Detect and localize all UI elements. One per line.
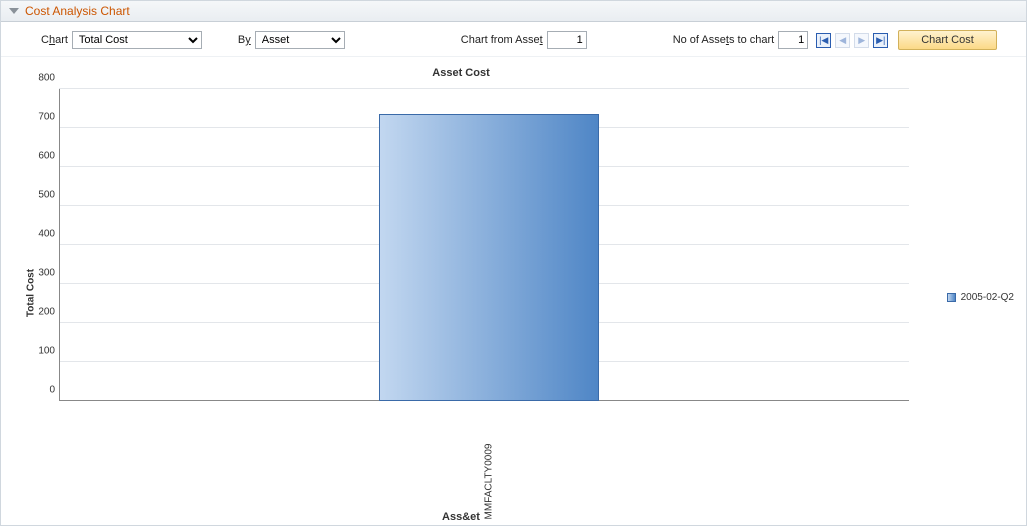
legend-label: 2005-02-Q2 — [961, 292, 1014, 303]
y-tick-label: 800 — [31, 73, 55, 84]
y-tick-label: 300 — [31, 268, 55, 279]
x-tick-label: MMFACLTY0009 — [484, 444, 495, 520]
assets-count-label: No of Assets to chart — [673, 34, 775, 46]
bar-series-0[interactable] — [379, 114, 599, 401]
x-axis-title: Ass&et — [1, 511, 921, 523]
chart-from-group: Chart from Asset — [461, 31, 587, 49]
y-tick-label: 100 — [31, 346, 55, 357]
from-label-accel: t — [540, 34, 543, 46]
legend: 2005-02-Q2 — [947, 292, 1014, 303]
nav-prev-icon[interactable]: ◀ — [835, 33, 850, 48]
gridline — [59, 88, 909, 89]
chart-label-pre: C — [41, 34, 49, 46]
panel-header: Cost Analysis Chart — [1, 1, 1026, 22]
chart-label-post: art — [55, 34, 68, 46]
chart-from-input[interactable] — [547, 31, 587, 49]
panel-title: Cost Analysis Chart — [25, 4, 130, 18]
chart-select[interactable]: Total Cost — [72, 31, 202, 49]
from-label-pre: Chart from Asse — [461, 34, 540, 46]
collapse-icon[interactable] — [9, 8, 19, 14]
chart-area: Asset Cost Total Cost 0 100 200 300 400 … — [1, 57, 1026, 529]
assets-count-group: No of Assets to chart — [673, 31, 809, 49]
count-label-pre: No of Asse — [673, 34, 726, 46]
chart-select-group: Chart Total Cost — [41, 31, 202, 49]
y-tick-label: 500 — [31, 190, 55, 201]
y-tick-label: 200 — [31, 307, 55, 318]
chart-title: Asset Cost — [1, 67, 921, 79]
y-tick-label: 400 — [31, 229, 55, 240]
by-label: By — [238, 34, 251, 46]
chart-from-label: Chart from Asset — [461, 34, 543, 46]
nav-first-icon[interactable]: |◀ — [816, 33, 831, 48]
chart-cost-button[interactable]: Chart Cost — [898, 30, 997, 50]
legend-swatch-icon — [947, 293, 956, 302]
y-tick-label: 700 — [31, 112, 55, 123]
nav-last-icon[interactable]: ▶| — [873, 33, 888, 48]
toolbar: Chart Total Cost By Asset Chart from Ass… — [1, 22, 1026, 57]
chart-label: Chart — [41, 34, 68, 46]
assets-count-input[interactable] — [778, 31, 808, 49]
y-tick-label: 600 — [31, 151, 55, 162]
y-tick-label: 0 — [31, 385, 55, 396]
by-select[interactable]: Asset — [255, 31, 345, 49]
y-axis-line — [59, 89, 60, 401]
nav-next-icon[interactable]: ▶ — [854, 33, 869, 48]
cost-analysis-panel: Cost Analysis Chart Chart Total Cost By … — [0, 0, 1027, 526]
count-label-post: s to chart — [729, 34, 774, 46]
plot-area: 0 100 200 300 400 500 600 700 800 MMFACL… — [59, 89, 909, 401]
by-label-accel: y — [245, 34, 251, 46]
nav-buttons: |◀ ◀ ▶ ▶| — [816, 33, 888, 48]
by-select-group: By Asset — [238, 31, 345, 49]
